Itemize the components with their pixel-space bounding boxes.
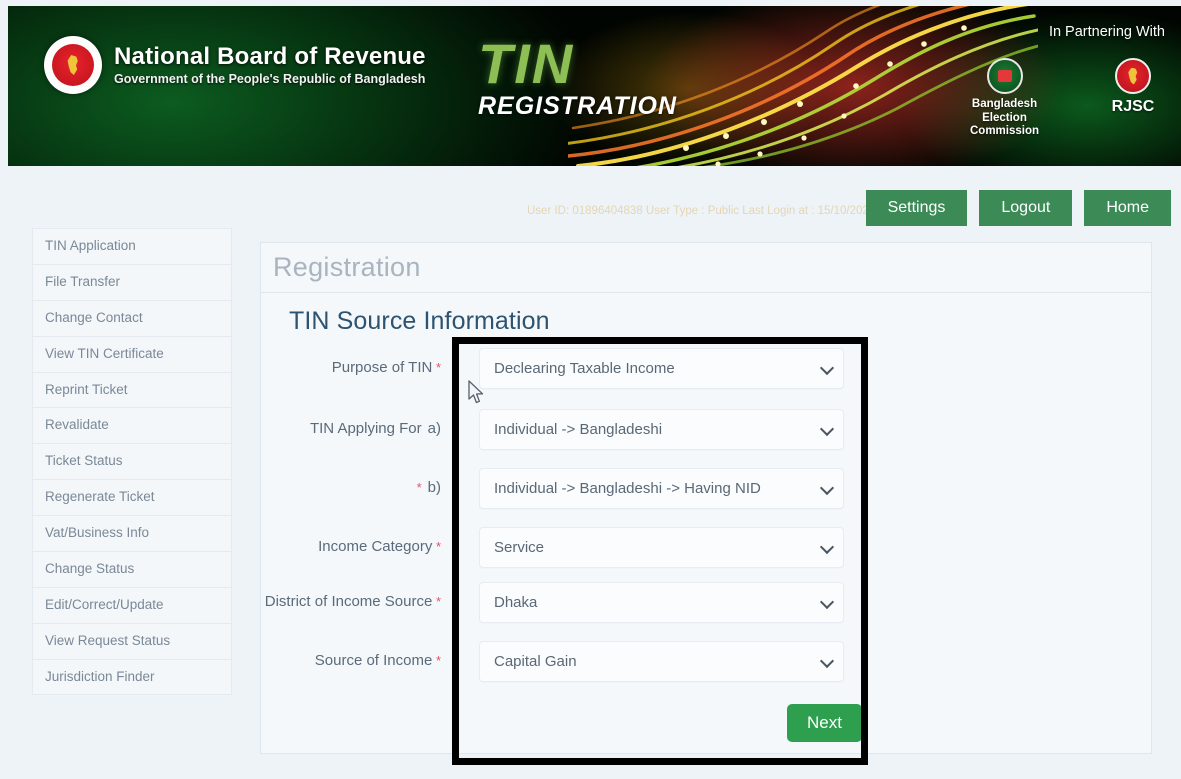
field-control: Service [451,527,844,568]
field-label: District of Income Source * [261,582,451,613]
select-option-2[interactable]: Individual -> Bangladeshi -> Having NID [479,468,844,509]
form-row: District of Income Source * Dhaka [261,582,1151,623]
field-label-text: Purpose of TIN [331,359,433,376]
partner-election-commission: Bangladesh Election Commission [952,58,1057,139]
form-row: Source of Income * Capital Gain [261,641,1151,682]
select-wrapper: Capital Gain [479,641,844,682]
field-label: Income Category * [261,527,451,558]
field-label-text: TIN Applying For [309,420,422,437]
select-purpose-of-tin[interactable]: Declearing Taxable Income [479,348,844,389]
select-wrapper: Individual -> Bangladeshi [479,409,844,450]
field-control: Individual -> Bangladeshi -> Having NID [451,468,844,509]
election-commission-icon [986,58,1023,94]
tin-wordmark: TIN [478,32,575,95]
sidebar-item-view-tin-certificate[interactable]: View TIN Certificate [32,335,232,372]
partner-label: In Partnering With [1048,24,1165,40]
select-wrapper: Individual -> Bangladeshi -> Having NID [479,468,844,509]
sidebar-item-edit-correct-update[interactable]: Edit/Correct/Update [32,586,232,623]
select-wrapper: Service [479,527,844,568]
field-marker: b) [427,479,441,496]
sidebar-item-vat-business-info[interactable]: Vat/Business Info [32,515,232,551]
form-row: Income Category * Service [261,527,1151,568]
registration-wordmark: REGISTRATION [478,91,678,120]
sidebar-item-view-request-status[interactable]: View Request Status [32,622,232,659]
field-marker: a) [427,420,441,437]
form-actions: Next [451,704,862,742]
sidebar-item-tin-application[interactable]: TIN Application [32,228,232,264]
sidebar-menu: TIN Application File Transfer Change Conta… [32,228,232,696]
settings-button[interactable]: Settings [865,190,968,227]
tin-registration-logo: TIN REGISTRATION [478,32,678,121]
partner-logos: Bangladesh Election Commission RJSC [952,58,1163,139]
field-label: TIN Applying For a) [261,409,451,440]
field-label-text: Income Category [318,538,433,555]
partner-rjsc: RJSC [1103,58,1163,117]
select-wrapper: Dhaka [479,582,844,623]
select-source-of-income[interactable]: Capital Gain [479,641,844,682]
tin-source-form: Purpose of TIN * Declearing Taxable Incom… [261,336,1151,742]
field-control: Dhaka [451,582,844,623]
required-asterisk: * [432,539,441,554]
form-row: TIN Applying For a) Individual -> Banglade… [261,409,1151,450]
field-control: Declearing Taxable Income [451,348,844,389]
user-info-text: User ID: 01896404838 User Type : Public … [527,205,924,217]
partner-ec-line2: Election Commission [969,111,1039,138]
sidebar-item-change-contact[interactable]: Change Contact [32,299,232,336]
field-label: Purpose of TIN * [261,348,451,379]
org-name: National Board of Revenue [114,42,426,70]
field-label: * b) [261,468,451,499]
sidebar-item-regenerate-ticket[interactable]: Regenerate Ticket [32,479,232,515]
sidebar-item-reprint-ticket[interactable]: Reprint Ticket [32,371,232,408]
nbr-logo-block: National Board of Revenue Government of … [44,36,426,94]
sidebar-item-revalidate[interactable]: Revalidate [32,407,232,444]
field-control: Capital Gain [451,641,844,682]
select-district-of-income-source[interactable]: Dhaka [479,582,844,623]
partner-rjsc-label: RJSC [1111,98,1155,115]
breadcrumb: Registration [273,252,421,282]
sidebar-item-file-transfer[interactable]: File Transfer [32,263,232,300]
content-panel: Registration TIN Source Information Purp… [260,242,1152,754]
partner-ec-line1: Bangladesh [971,98,1038,110]
field-label: Source of Income * [261,641,451,672]
select-tin-applying-for[interactable]: Individual -> Bangladeshi [479,409,844,450]
select-income-category[interactable]: Service [479,527,844,568]
form-row: Purpose of TIN * Declearing Taxable Incom… [261,348,1151,389]
required-asterisk: * [416,480,422,495]
home-button[interactable]: Home [1084,190,1171,227]
field-label-text: Source of Income [314,652,433,669]
site-banner: National Board of Revenue Government of … [8,6,1181,166]
required-asterisk: * [432,653,441,668]
page-root: National Board of Revenue Government of … [0,0,1181,779]
field-control: Individual -> Bangladeshi [451,409,844,450]
sidebar-item-jurisdiction-finder[interactable]: Jurisdiction Finder [32,658,232,696]
logout-button[interactable]: Logout [979,190,1073,227]
panel-header: Registration [261,243,1151,293]
form-row: * b) Individual -> Bangladeshi -> Having N… [261,468,1151,509]
field-label-text: District of Income Source [264,593,433,610]
sidebar-item-ticket-status[interactable]: Ticket Status [32,443,232,480]
top-action-buttons: Settings Logout Home [865,190,1171,227]
next-button[interactable]: Next [787,704,862,742]
select-wrapper: Declearing Taxable Income [479,348,844,389]
required-asterisk: * [432,594,441,609]
page-title: TIN Source Information [289,307,550,335]
required-asterisk: * [432,360,441,375]
sidebar-item-change-status[interactable]: Change Status [32,550,232,587]
rjsc-icon [1115,58,1151,94]
bangladesh-govt-emblem-icon [44,36,102,94]
org-subtitle: Government of the People's Republic of B… [114,72,426,87]
